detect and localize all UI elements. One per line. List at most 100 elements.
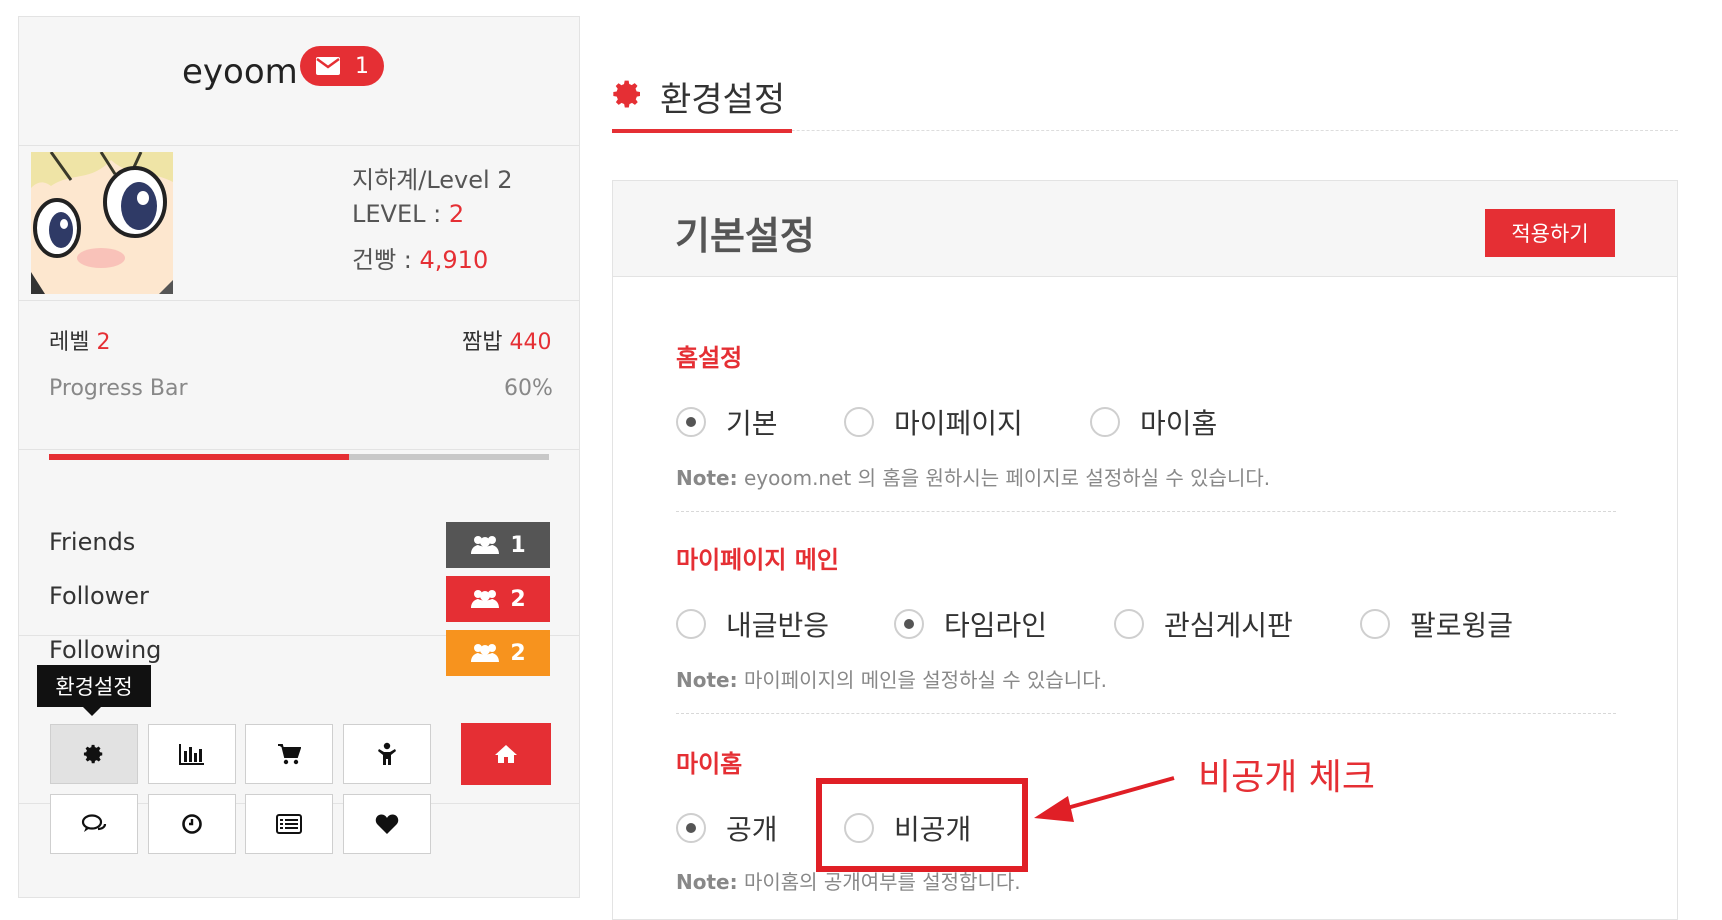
section-divider	[676, 511, 1616, 512]
radio-label: 기본	[726, 407, 778, 440]
level-line: LEVEL : 2	[352, 200, 464, 228]
page-title: 환경설정	[660, 80, 786, 120]
cart-button[interactable]	[245, 724, 333, 784]
rank-text: 지하계/Level 2	[352, 166, 513, 194]
myhome-title: 마이홈	[676, 750, 743, 778]
radio-myhome-public[interactable]: 공개	[676, 808, 778, 848]
child-button[interactable]	[343, 724, 431, 784]
envelope-icon	[316, 57, 340, 75]
radio-home-mypage[interactable]: 마이페이지	[844, 402, 1023, 442]
gear-icon	[83, 744, 103, 764]
progress-bar	[49, 454, 549, 460]
radio-circle[interactable]	[844, 407, 874, 437]
radio-label: 공개	[726, 813, 778, 846]
bar-chart-icon	[179, 744, 204, 765]
radio-circle[interactable]	[676, 609, 706, 639]
following-badge[interactable]: 2	[446, 630, 550, 676]
following-count: 2	[510, 640, 526, 666]
message-badge[interactable]: 1	[300, 46, 384, 86]
note-prefix: Note:	[676, 870, 738, 894]
radio-label: 마이페이지	[894, 407, 1023, 440]
divider	[19, 449, 579, 450]
progress-fill	[49, 454, 349, 460]
radio-mypage-boards[interactable]: 관심게시판	[1114, 604, 1293, 644]
settings-button[interactable]	[50, 724, 138, 784]
home-icon	[495, 745, 517, 763]
radio-home-myhome[interactable]: 마이홈	[1090, 402, 1217, 442]
note-prefix: Note:	[676, 668, 738, 692]
level-row: 레벨 2	[49, 324, 110, 356]
friends-label[interactable]: Friends	[49, 528, 135, 556]
section-divider	[676, 713, 1616, 714]
chat-button[interactable]	[50, 794, 138, 854]
users-icon	[471, 536, 500, 554]
divider	[19, 300, 579, 301]
history-button[interactable]	[148, 794, 236, 854]
annotation-text: 비공개 체크	[1198, 757, 1376, 798]
note-text: eyoom.net 의 홈을 원하시는 페이지로 설정하실 수 있습니다.	[737, 466, 1271, 490]
radio-mypage-reactions[interactable]: 내글반응	[676, 604, 829, 644]
level-row-value: 2	[96, 330, 111, 355]
radio-label: 내글반응	[726, 609, 830, 642]
avatar-image	[31, 152, 173, 294]
mypage-main-title: 마이페이지 메인	[676, 546, 839, 574]
users-icon	[471, 644, 500, 662]
rice-row: 짬밥 440	[462, 324, 551, 356]
level-label: LEVEL :	[352, 200, 449, 228]
following-label[interactable]: Following	[49, 636, 161, 664]
profile-header	[19, 17, 579, 146]
settings-tooltip: 환경설정	[37, 665, 151, 716]
list-icon	[276, 814, 302, 834]
note-prefix: Note:	[676, 466, 738, 490]
title-underline	[612, 129, 792, 133]
annotation-highlight-box	[816, 778, 1028, 872]
radio-home-default[interactable]: 기본	[676, 402, 778, 442]
friends-count: 1	[510, 532, 526, 558]
home-setting-title: 홈설정	[676, 344, 743, 372]
progress-percent: 60%	[504, 376, 553, 401]
radio-mypage-timeline[interactable]: 타임라인	[894, 604, 1047, 644]
card-header: 기본설정 적용하기	[613, 181, 1677, 277]
radio-label: 관심게시판	[1164, 609, 1293, 642]
apply-button[interactable]: 적용하기	[1485, 209, 1615, 257]
note-text: 마이홈의 공개여부를 설정합니다.	[737, 870, 1021, 894]
username[interactable]: eyoom	[182, 52, 298, 92]
progress-label: Progress Bar	[49, 376, 188, 401]
radio-label: 팔로윙글	[1410, 609, 1514, 642]
points-value: 4,910	[419, 246, 489, 274]
avatar[interactable]	[31, 152, 173, 294]
radio-circle[interactable]	[894, 609, 924, 639]
radio-circle[interactable]	[676, 813, 706, 843]
note-text: 마이페이지의 메인을 설정하실 수 있습니다.	[737, 668, 1107, 692]
radio-circle[interactable]	[1090, 407, 1120, 437]
comments-icon	[81, 814, 107, 832]
rice-label: 짬밥	[462, 330, 503, 355]
follower-count: 2	[510, 586, 526, 612]
radio-mypage-following[interactable]: 팔로윙글	[1360, 604, 1513, 644]
stats-button[interactable]	[148, 724, 236, 784]
radio-label: 마이홈	[1140, 407, 1218, 440]
child-icon	[378, 742, 396, 765]
message-count: 1	[355, 53, 369, 79]
heart-icon	[375, 814, 399, 834]
favorite-button[interactable]	[343, 794, 431, 854]
annotation-arrow-icon	[1034, 776, 1175, 822]
gear-icon	[613, 80, 640, 108]
radio-label: 타임라인	[944, 609, 1048, 642]
card-title: 기본설정	[675, 214, 815, 258]
list-button[interactable]	[245, 794, 333, 854]
follower-badge[interactable]: 2	[446, 576, 550, 622]
friends-badge[interactable]: 1	[446, 522, 550, 568]
users-icon	[471, 590, 500, 608]
clock-icon	[182, 814, 202, 834]
radio-circle[interactable]	[676, 407, 706, 437]
points-line: 건빵 : 4,910	[352, 240, 488, 275]
radio-circle[interactable]	[1360, 609, 1390, 639]
level-row-label: 레벨	[49, 330, 90, 355]
home-button[interactable]	[461, 723, 551, 785]
home-setting-note: Note: eyoom.net 의 홈을 원하시는 페이지로 설정하실 수 있습…	[676, 462, 1270, 491]
radio-circle[interactable]	[1114, 609, 1144, 639]
mypage-main-note: Note: 마이페이지의 메인을 설정하실 수 있습니다.	[676, 664, 1107, 693]
follower-label[interactable]: Follower	[49, 582, 149, 610]
cart-icon	[278, 744, 301, 765]
